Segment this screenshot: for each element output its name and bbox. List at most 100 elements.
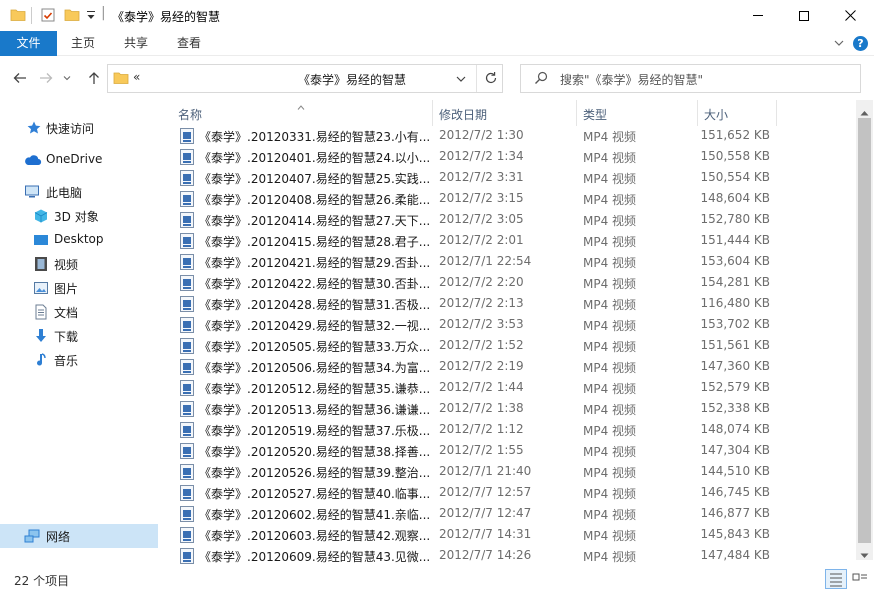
file-date: 2012/7/2 3:53 [439,317,524,331]
nav-item-network[interactable]: 网络 [0,524,158,548]
file-type: MP4 视频 [583,382,637,396]
file-name: 《泰学》.20120520.易经的智慧38.择善... [199,445,431,459]
scroll-up-icon[interactable] [860,105,869,119]
file-type: MP4 视频 [583,130,637,144]
properties-icon[interactable] [40,7,56,24]
tab-file[interactable]: 文件 [0,31,57,56]
nav-item-this-pc[interactable]: 此电脑 [0,180,158,204]
window-title: 《泰学》易经的智慧 [112,10,221,24]
new-folder-icon[interactable] [64,7,80,24]
explorer-window: | 《泰学》易经的智慧 文件 主页 共享 查看 ? « 《泰学》易经的智慧 搜索… [0,0,874,592]
column-header-date[interactable]: 修改日期 [439,102,487,128]
file-row[interactable]: 《泰学》.20120519.易经的智慧37.乐极... 2012/7/2 1:12… [176,420,776,441]
file-date: 2012/7/7 14:31 [439,527,532,541]
file-row[interactable]: 《泰学》.20120512.易经的智慧35.谦恭... 2012/7/2 1:44… [176,378,776,399]
nav-label: 音乐 [54,354,79,368]
tab-view[interactable]: 查看 [168,31,210,56]
file-name: 《泰学》.20120428.易经的智慧31.否极... [199,298,431,312]
file-row[interactable]: 《泰学》.20120415.易经的智慧28.君子... 2012/7/2 2:01… [176,231,776,252]
file-row[interactable]: 《泰学》.20120401.易经的智慧24.以小... 2012/7/2 1:34… [176,147,776,168]
nav-item-music[interactable]: 音乐 [0,348,158,372]
picture-icon [33,280,49,296]
computer-icon [24,184,40,200]
minimize-icon [753,15,763,16]
minimize-button[interactable] [735,0,781,31]
nav-item-quick-access[interactable]: 快速访问 [0,116,158,140]
close-button[interactable] [827,0,873,31]
address-bar[interactable]: « 《泰学》易经的智慧 [107,64,503,93]
file-size: 151,444 KB [700,233,770,247]
file-type: MP4 视频 [583,550,637,564]
column-header-type[interactable]: 类型 [583,102,607,128]
file-type: MP4 视频 [583,319,637,333]
file-name: 《泰学》.20120414.易经的智慧27.天下... [199,214,431,228]
customize-quick-access-icon[interactable] [86,9,96,26]
video-file-icon [180,275,194,291]
arrow-up-icon [89,72,99,84]
recent-locations-button[interactable] [60,66,74,90]
file-row[interactable]: 《泰学》.20120603.易经的智慧42.观察... 2012/7/7 14:3… [176,525,776,546]
file-row[interactable]: 《泰学》.20120422.易经的智慧30.否卦... 2012/7/2 2:20… [176,273,776,294]
search-box[interactable]: 搜索"《泰学》易经的智慧" [520,64,861,93]
file-row[interactable]: 《泰学》.20120520.易经的智慧38.择善... 2012/7/2 1:55… [176,441,776,462]
forward-button[interactable] [35,66,57,90]
video-file-icon [180,233,194,249]
nav-label: 网络 [46,530,71,544]
desktop-icon [33,232,49,248]
file-row[interactable]: 《泰学》.20120609.易经的智慧43.见微... 2012/7/7 14:2… [176,546,776,567]
up-button[interactable] [83,66,105,90]
scrollbar-thumb[interactable] [858,118,871,543]
file-row[interactable]: 《泰学》.20120331.易经的智慧23.小有... 2012/7/2 1:30… [176,126,776,147]
refresh-icon[interactable] [484,71,498,88]
large-icons-view-button[interactable] [849,569,871,589]
file-row[interactable]: 《泰学》.20120602.易经的智慧41.亲临... 2012/7/7 12:4… [176,504,776,525]
breadcrumb-overflow[interactable]: « [133,70,140,84]
scroll-down-icon[interactable] [860,548,869,562]
file-row[interactable]: 《泰学》.20120506.易经的智慧34.为富... 2012/7/2 2:19… [176,357,776,378]
file-row[interactable]: 《泰学》.20120428.易经的智慧31.否极... 2012/7/2 2:13… [176,294,776,315]
file-row[interactable]: 《泰学》.20120408.易经的智慧26.柔能... 2012/7/2 3:15… [176,189,776,210]
video-file-icon [180,443,194,459]
toolbar-separator [31,7,32,24]
file-type: MP4 视频 [583,235,637,249]
file-size: 152,338 KB [700,401,770,415]
file-type: MP4 视频 [583,340,637,354]
video-file-icon [180,548,194,564]
file-row[interactable]: 《泰学》.20120505.易经的智慧33.万众... 2012/7/2 1:52… [176,336,776,357]
back-button[interactable] [9,66,31,90]
file-date: 2012/7/2 1:55 [439,443,524,457]
tab-home[interactable]: 主页 [62,31,104,56]
file-date: 2012/7/2 2:20 [439,275,524,289]
breadcrumb-current[interactable]: 《泰学》易经的智慧 [298,71,406,88]
nav-item-3d-objects[interactable]: 3D 对象 [0,204,158,228]
nav-item-desktop[interactable]: Desktop [0,228,158,252]
nav-item-documents[interactable]: 文档 [0,300,158,324]
file-row[interactable]: 《泰学》.20120421.易经的智慧29.否卦... 2012/7/1 22:5… [176,252,776,273]
address-dropdown-icon[interactable] [455,73,467,88]
file-name: 《泰学》.20120429.易经的智慧32.一视... [199,319,431,333]
tab-share[interactable]: 共享 [115,31,157,56]
details-view-button[interactable] [825,569,847,589]
help-icon[interactable]: ? [853,36,868,51]
file-size: 148,074 KB [700,422,770,436]
file-type: MP4 视频 [583,193,637,207]
nav-item-downloads[interactable]: 下载 [0,324,158,348]
file-row[interactable]: 《泰学》.20120407.易经的智慧25.实践... 2012/7/2 3:31… [176,168,776,189]
nav-item-onedrive[interactable]: OneDrive [0,148,158,172]
vertical-scrollbar[interactable] [856,100,873,560]
maximize-icon [799,10,809,21]
column-header-size[interactable]: 大小 [704,102,728,128]
file-row[interactable]: 《泰学》.20120429.易经的智慧32.一视... 2012/7/2 3:53… [176,315,776,336]
file-size: 116,480 KB [700,296,770,310]
file-name: 《泰学》.20120602.易经的智慧41.亲临... [199,508,431,522]
maximize-button[interactable] [781,0,827,31]
file-row[interactable]: 《泰学》.20120527.易经的智慧40.临事... 2012/7/7 12:5… [176,483,776,504]
file-row[interactable]: 《泰学》.20120513.易经的智慧36.谦谦... 2012/7/2 1:38… [176,399,776,420]
file-row[interactable]: 《泰学》.20120414.易经的智慧27.天下... 2012/7/2 3:05… [176,210,776,231]
file-row[interactable]: 《泰学》.20120526.易经的智慧39.整治... 2012/7/1 21:4… [176,462,776,483]
nav-item-pictures[interactable]: 图片 [0,276,158,300]
nav-item-videos[interactable]: 视频 [0,252,158,276]
column-header-name[interactable]: 名称 [178,102,202,128]
navigation-pane: 快速访问 OneDrive 此电脑 3D 对象 Desktop 视频 图片 文档… [0,100,158,560]
ribbon-collapse-icon[interactable] [833,37,845,52]
